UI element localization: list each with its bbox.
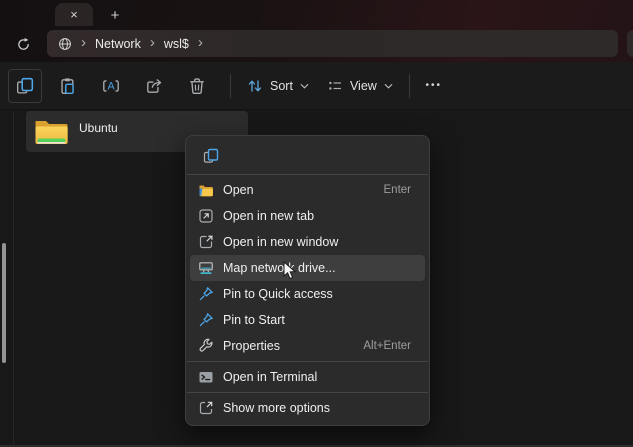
network-drive-icon <box>198 260 214 276</box>
breadcrumb-segment-network[interactable]: Network <box>95 37 141 51</box>
copy-icon <box>16 77 34 95</box>
delete-button[interactable] <box>180 69 214 103</box>
menu-item-label: Map network drive... <box>223 261 336 275</box>
menu-item-open-in-terminal[interactable]: Open in Terminal <box>190 364 425 390</box>
mouse-cursor <box>283 261 297 281</box>
menu-item-open[interactable]: Open Enter <box>190 177 425 203</box>
pin-icon <box>198 312 214 328</box>
copy-icon <box>203 148 219 164</box>
menu-separator <box>187 361 428 362</box>
menu-item-open-in-new-tab[interactable]: Open in new tab <box>190 203 425 229</box>
refresh-icon <box>16 37 31 52</box>
search-box[interactable] <box>627 30 633 57</box>
breadcrumb-chevron-icon: › <box>150 35 155 50</box>
open-folder-icon <box>198 182 214 198</box>
menu-item-properties[interactable]: Properties Alt+Enter <box>190 333 425 359</box>
menu-item-show-more-options[interactable]: Show more options <box>190 395 425 421</box>
folder-name-label: Ubuntu <box>79 121 118 135</box>
share-icon <box>145 77 163 95</box>
breadcrumb-chevron-icon: › <box>198 35 203 50</box>
folder-icon <box>33 116 69 148</box>
context-menu: Open Enter Open in new tab Open in new w… <box>185 135 430 426</box>
menu-item-label: Open in new tab <box>223 209 314 223</box>
view-icon <box>327 78 343 94</box>
sort-button[interactable]: Sort <box>238 69 318 103</box>
menu-item-label: Open in Terminal <box>223 370 317 384</box>
paste-icon <box>59 77 77 95</box>
menu-item-open-in-new-window[interactable]: Open in new window <box>190 229 425 255</box>
new-window-icon <box>198 234 214 250</box>
address-bar[interactable]: › Network › wsl$ › <box>47 30 618 57</box>
menu-item-pin-to-quick-access[interactable]: Pin to Quick access <box>190 281 425 307</box>
menu-item-shortcut: Enter <box>384 184 418 196</box>
terminal-icon <box>198 369 214 385</box>
breadcrumb-chevron-icon: › <box>81 35 86 50</box>
svg-text:A: A <box>107 80 115 92</box>
toolbar-divider <box>409 74 410 98</box>
menu-separator <box>187 174 428 175</box>
menu-item-map-network-drive[interactable]: Map network drive... <box>190 255 425 281</box>
wrench-icon <box>198 338 214 354</box>
rename-button[interactable]: A <box>94 69 128 103</box>
globe-icon <box>58 37 72 51</box>
view-button[interactable]: View <box>318 69 402 103</box>
menu-item-label: Open in new window <box>223 235 338 249</box>
menu-item-pin-to-start[interactable]: Pin to Start <box>190 307 425 333</box>
command-bar: A <box>0 62 633 110</box>
file-explorer-window: × + › Network › wsl$ › <box>0 0 633 447</box>
navigation-pane-divider[interactable] <box>13 111 14 447</box>
menu-item-shortcut: Alt+Enter <box>363 340 417 352</box>
chevron-down-icon <box>384 83 393 89</box>
delete-icon <box>188 77 206 95</box>
menu-separator <box>187 392 428 393</box>
refresh-button[interactable] <box>13 35 33 53</box>
new-tab-button[interactable]: + <box>105 6 125 24</box>
explorer-tab[interactable]: × <box>55 3 93 26</box>
menu-item-label: Open <box>223 183 254 197</box>
more-options-button[interactable]: ••• <box>417 69 451 103</box>
sort-label: Sort <box>270 79 293 93</box>
chevron-down-icon <box>300 83 309 89</box>
share-button[interactable] <box>137 69 171 103</box>
menu-item-label: Properties <box>223 339 280 353</box>
sort-icon <box>247 78 263 94</box>
navigation-scrollbar[interactable] <box>2 243 6 363</box>
paste-button[interactable] <box>51 69 85 103</box>
toolbar-divider <box>230 74 231 98</box>
breadcrumb-segment-wsl[interactable]: wsl$ <box>164 37 189 51</box>
show-more-options-icon <box>198 400 214 416</box>
context-menu-quick-actions <box>186 140 429 172</box>
menu-item-label: Pin to Quick access <box>223 287 333 301</box>
menu-item-label: Show more options <box>223 401 330 415</box>
copy-quick-button[interactable] <box>198 143 224 169</box>
tab-close-button[interactable]: × <box>70 8 78 21</box>
new-tab-icon <box>198 208 214 224</box>
pin-icon <box>198 286 214 302</box>
menu-item-label: Pin to Start <box>223 313 285 327</box>
view-label: View <box>350 79 377 93</box>
rename-icon: A <box>102 77 120 95</box>
copy-button[interactable] <box>8 69 42 103</box>
